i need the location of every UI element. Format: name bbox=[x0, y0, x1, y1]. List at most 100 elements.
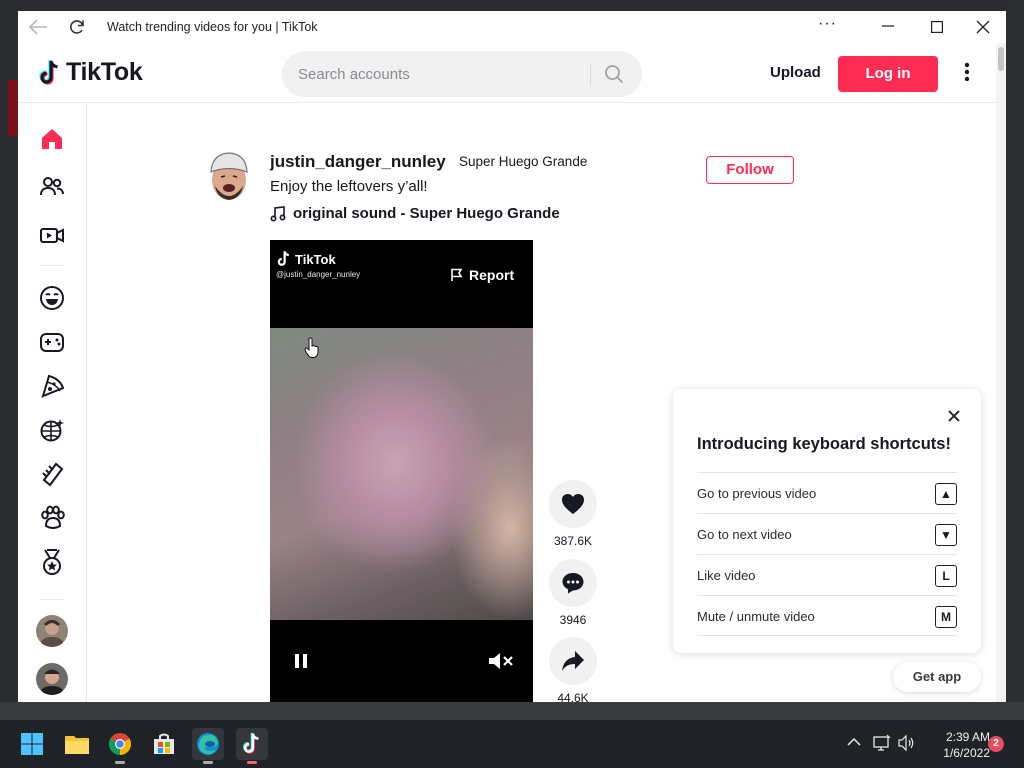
m-key-icon: M bbox=[935, 606, 957, 628]
animals-icon[interactable] bbox=[38, 504, 66, 532]
more-options-icon[interactable]: ··· bbox=[818, 15, 837, 33]
like-button[interactable] bbox=[549, 480, 597, 528]
logo-text: TikTok bbox=[66, 58, 143, 86]
minimize-icon[interactable] bbox=[881, 19, 895, 33]
comment-icon bbox=[562, 573, 584, 594]
desktop-right-edge bbox=[1006, 0, 1024, 720]
author-username[interactable]: justin_danger_nunley bbox=[270, 152, 446, 172]
post-music-link[interactable]: original sound - Super Huego Grande bbox=[270, 205, 560, 222]
system-clock[interactable]: 2:39 AM 1/6/2022 bbox=[920, 729, 990, 761]
network-icon[interactable] bbox=[873, 734, 891, 752]
share-button[interactable] bbox=[549, 637, 597, 685]
shortcut-label: Like video bbox=[697, 568, 756, 583]
video-player[interactable]: TikTok @justin_danger_nunley Report bbox=[270, 240, 533, 702]
title-bar: Watch trending videos for you | TikTok ·… bbox=[18, 11, 1006, 43]
shortcut-row: Mute / unmute video M bbox=[697, 595, 957, 636]
live-icon[interactable] bbox=[38, 221, 66, 249]
close-icon[interactable] bbox=[947, 409, 961, 423]
sidebar-divider bbox=[40, 599, 64, 600]
popup-title: Introducing keyboard shortcuts! bbox=[697, 435, 951, 453]
running-indicator bbox=[115, 761, 125, 764]
search-input[interactable] bbox=[298, 63, 568, 85]
more-menu-icon[interactable] bbox=[964, 62, 970, 82]
flag-icon bbox=[451, 268, 463, 281]
running-indicator bbox=[247, 761, 257, 764]
clock-date: 1/6/2022 bbox=[943, 746, 990, 760]
shortcut-label: Go to next video bbox=[697, 527, 792, 542]
author-avatar[interactable] bbox=[206, 148, 252, 204]
share-count: 44.6K bbox=[557, 691, 589, 702]
desktop-bottom-edge bbox=[0, 702, 1024, 720]
watermark-username: @justin_danger_nunley bbox=[276, 270, 361, 279]
music-title: original sound - Super Huego Grande bbox=[293, 205, 560, 222]
shortcut-row: Like video L bbox=[697, 554, 957, 595]
music-note-icon bbox=[270, 205, 286, 222]
video-watermark: TikTok bbox=[276, 250, 336, 268]
comedy-icon[interactable] bbox=[38, 284, 66, 312]
window-title: Watch trending videos for you | TikTok bbox=[107, 20, 318, 34]
tiktok-logo[interactable]: TikTok bbox=[38, 58, 143, 87]
upload-link[interactable]: Upload bbox=[770, 64, 821, 81]
search-divider bbox=[590, 63, 591, 85]
search-icon[interactable] bbox=[604, 64, 624, 84]
reload-icon[interactable] bbox=[68, 18, 86, 36]
volume-icon[interactable] bbox=[898, 734, 916, 752]
muted-speaker-icon[interactable] bbox=[488, 652, 514, 670]
sidebar bbox=[18, 104, 87, 702]
watermark-text: TikTok bbox=[295, 251, 336, 267]
chevron-up-icon[interactable] bbox=[847, 737, 861, 747]
chrome-icon[interactable] bbox=[104, 728, 136, 764]
sidebar-divider bbox=[40, 265, 64, 266]
microsoft-store-icon[interactable] bbox=[148, 728, 180, 760]
maximize-icon[interactable] bbox=[931, 21, 943, 33]
taskbar: 2:39 AM 1/6/2022 2 bbox=[0, 720, 1024, 768]
back-arrow-icon[interactable] bbox=[28, 19, 48, 35]
post-caption: Enjoy the leftovers y’all! bbox=[270, 178, 428, 195]
file-explorer-icon[interactable] bbox=[61, 728, 93, 760]
home-icon[interactable] bbox=[38, 125, 66, 153]
start-windows-icon[interactable] bbox=[16, 728, 48, 760]
following-icon[interactable] bbox=[38, 173, 66, 201]
dance-icon[interactable] bbox=[38, 416, 66, 444]
report-button[interactable]: Report bbox=[450, 267, 514, 283]
running-indicator bbox=[203, 761, 213, 764]
shortcut-label: Go to previous video bbox=[697, 486, 817, 501]
l-key-icon: L bbox=[935, 565, 957, 587]
report-label: Report bbox=[469, 267, 515, 283]
comment-button[interactable] bbox=[549, 559, 597, 607]
arrow-up-key-icon: ▲ bbox=[935, 483, 957, 505]
tiktok-note-icon bbox=[39, 59, 58, 85]
desktop-left-edge bbox=[0, 0, 18, 720]
suggested-account-avatar[interactable] bbox=[36, 663, 68, 695]
gaming-icon[interactable] bbox=[38, 328, 66, 356]
follow-button[interactable]: Follow bbox=[706, 156, 794, 184]
search-box[interactable] bbox=[282, 51, 642, 97]
close-window-icon[interactable] bbox=[976, 20, 990, 34]
scrollbar-track[interactable] bbox=[996, 43, 1006, 702]
edge-icon[interactable] bbox=[192, 728, 224, 764]
browser-window: Watch trending videos for you | TikTok ·… bbox=[18, 11, 1006, 702]
shortcut-row: Go to next video ▼ bbox=[697, 513, 957, 554]
keyboard-shortcuts-popup: Introducing keyboard shortcuts! Go to pr… bbox=[673, 389, 981, 653]
heart-icon bbox=[562, 494, 584, 514]
shortcut-label: Mute / unmute video bbox=[697, 609, 815, 624]
share-arrow-icon bbox=[562, 651, 584, 671]
sports-icon[interactable] bbox=[38, 548, 66, 576]
like-count: 387.6K bbox=[553, 534, 593, 548]
video-frame bbox=[270, 328, 533, 620]
background-window-edge bbox=[8, 80, 18, 136]
scrollbar-thumb[interactable] bbox=[998, 47, 1004, 71]
get-app-button[interactable]: Get app bbox=[893, 662, 981, 692]
mouse-cursor-icon bbox=[304, 337, 320, 359]
shortcut-row: Go to previous video ▲ bbox=[697, 472, 957, 513]
login-button[interactable]: Log in bbox=[838, 56, 938, 92]
suggested-account-avatar[interactable] bbox=[36, 615, 68, 647]
food-icon[interactable] bbox=[38, 372, 66, 400]
notification-badge[interactable]: 2 bbox=[988, 736, 1004, 752]
author-nickname[interactable]: Super Huego Grande bbox=[459, 154, 587, 169]
site-header: TikTok Upload Log in bbox=[18, 43, 996, 103]
tiktok-taskbar-icon[interactable] bbox=[236, 728, 268, 764]
beauty-icon[interactable] bbox=[38, 460, 66, 488]
pause-icon[interactable] bbox=[292, 652, 310, 670]
desktop-top-edge bbox=[0, 0, 1024, 11]
